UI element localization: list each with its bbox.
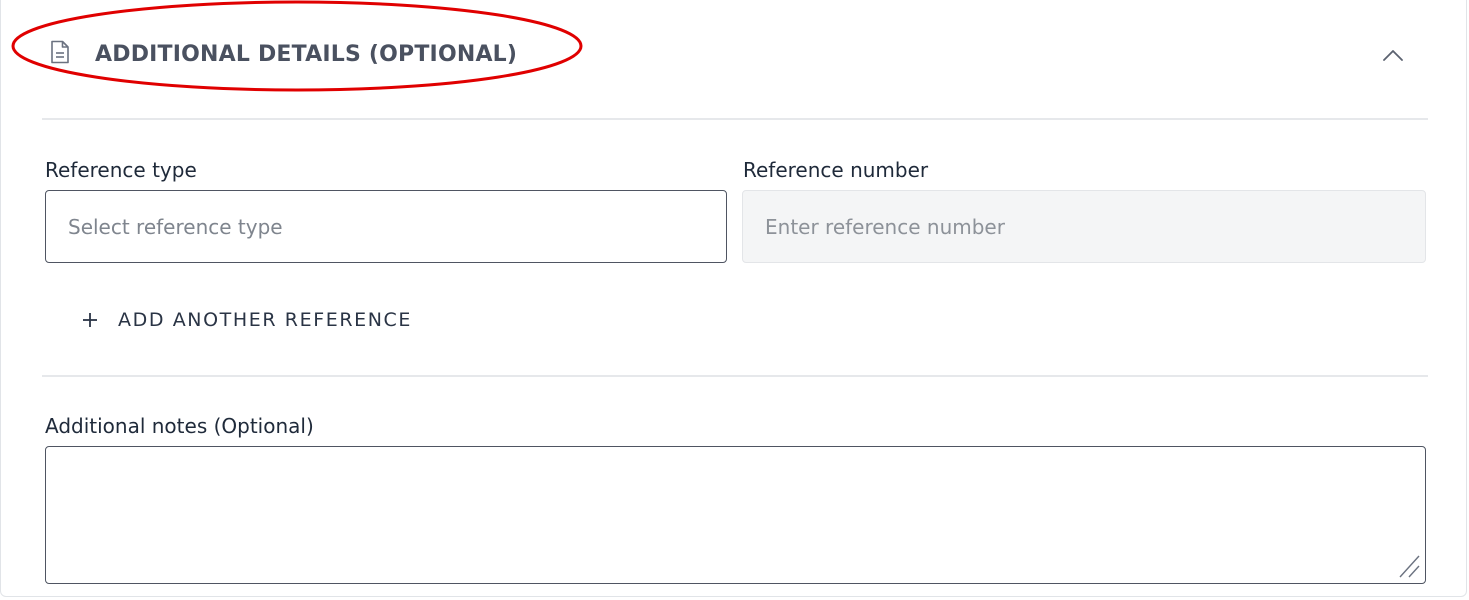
header-divider [42, 118, 1428, 120]
additional-notes-textarea[interactable] [45, 446, 1426, 584]
reference-type-label: Reference type [45, 158, 197, 182]
add-another-reference-label: ADD ANOTHER REFERENCE [118, 309, 413, 331]
section-header[interactable]: ADDITIONAL DETAILS (OPTIONAL) [0, 0, 1469, 120]
add-another-reference-button[interactable]: ADD ANOTHER REFERENCE [80, 304, 412, 336]
section-title: ADDITIONAL DETAILS (OPTIONAL) [95, 42, 518, 67]
additional-notes-label: Additional notes (Optional) [45, 414, 314, 438]
document-icon [51, 40, 69, 64]
reference-type-select[interactable] [45, 190, 727, 263]
reference-number-input[interactable] [742, 190, 1426, 263]
chevron-up-icon[interactable] [1382, 48, 1404, 62]
reference-number-label: Reference number [743, 158, 929, 182]
notes-divider [42, 375, 1428, 377]
plus-icon [83, 313, 97, 327]
